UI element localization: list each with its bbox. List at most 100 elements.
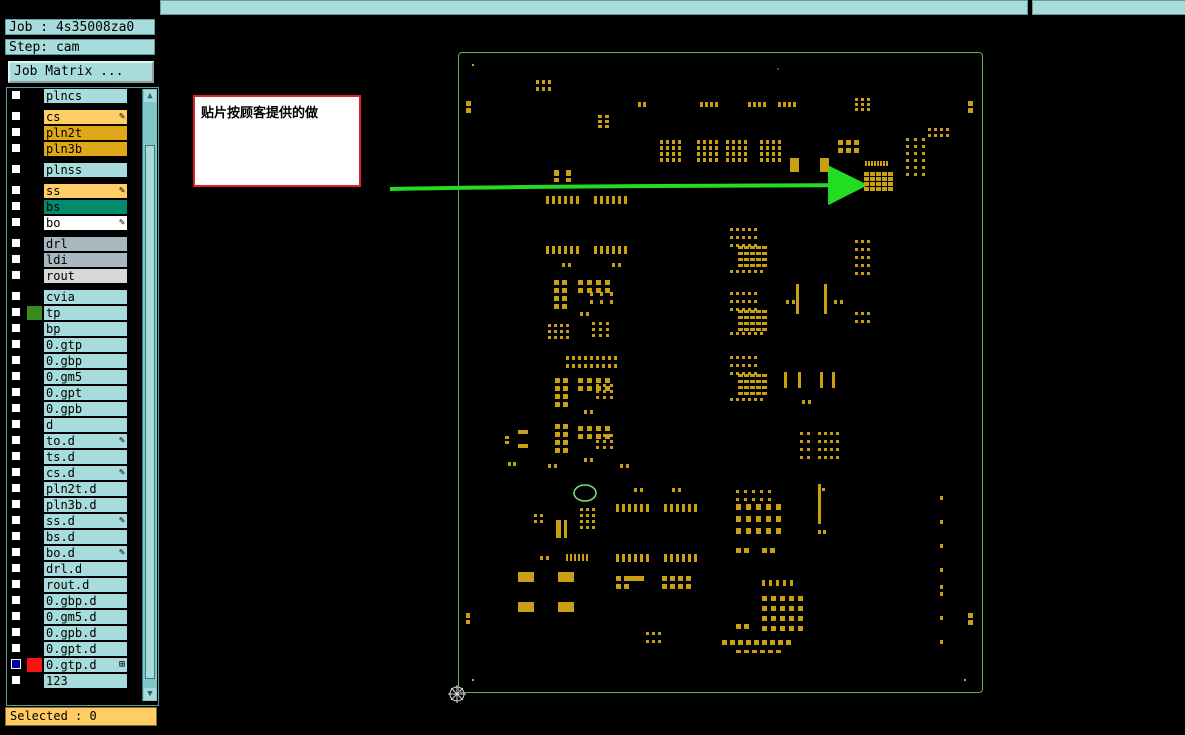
pcb-pad — [563, 440, 568, 445]
pcb-pad — [605, 280, 610, 285]
pcb-pad — [742, 300, 745, 303]
pcb-pad — [730, 292, 733, 295]
pcb-pad — [555, 448, 560, 453]
pcb-pad — [605, 378, 610, 383]
pcb-pad — [855, 98, 858, 101]
pcb-pad — [744, 322, 749, 325]
pcb-pad — [762, 596, 767, 601]
pcb-pad — [820, 372, 823, 388]
pcb-pad — [554, 170, 559, 176]
pcb-pad — [606, 246, 609, 254]
pcb-pad — [560, 330, 563, 333]
pcb-pad — [748, 300, 751, 303]
pcb-pad — [730, 270, 733, 273]
pcb-pad — [709, 152, 712, 156]
pcb-pad — [736, 516, 741, 522]
pcb-pad — [662, 584, 667, 589]
pcb-pad — [605, 125, 609, 128]
pcb-pad — [598, 125, 602, 128]
pcb-pad — [776, 528, 781, 534]
pcb-pad — [726, 158, 729, 162]
pcb-pad — [570, 246, 573, 254]
pcb-pad — [746, 516, 751, 522]
pcb-pad — [738, 374, 743, 377]
pcb-pad — [678, 576, 683, 581]
pcb-pad — [578, 434, 583, 439]
pcb-pad — [542, 80, 545, 84]
pcb-pad — [748, 228, 751, 231]
pcb-pad — [768, 650, 773, 653]
pcb-pad — [566, 364, 569, 368]
pcb-pad — [922, 166, 925, 169]
pcb-pad — [636, 576, 644, 581]
pcb-pad — [786, 640, 791, 645]
pcb-pad — [738, 328, 743, 331]
pcb-pad — [762, 264, 767, 267]
pcb-pad — [798, 596, 803, 601]
pcb-pad — [618, 196, 621, 204]
pcb-pad — [612, 246, 615, 254]
pcb-pad — [855, 264, 858, 267]
pcb-pad — [772, 158, 775, 162]
pcb-pad — [578, 356, 581, 360]
pcb-pad — [754, 236, 757, 239]
pcb-pad — [554, 178, 559, 182]
pcb-pad — [800, 456, 803, 459]
pcb-pad — [760, 158, 763, 162]
pcb-pad — [730, 236, 733, 239]
pcb-pad — [762, 580, 765, 586]
pcb-pad — [756, 246, 761, 249]
pcb-pad — [756, 392, 761, 395]
pcb-pad — [876, 177, 881, 181]
pcb-pad — [628, 554, 631, 562]
pcb-pad — [552, 246, 555, 254]
pcb-pad — [738, 310, 743, 313]
pcb-pad — [586, 554, 588, 561]
pcb-pad — [562, 296, 567, 301]
pcb-pad — [592, 322, 595, 325]
pcb-pad — [762, 252, 767, 255]
pcb-pad — [802, 400, 805, 404]
pcb-pad — [624, 584, 629, 589]
pcb-pad — [940, 640, 943, 644]
pcb-pad — [914, 145, 917, 148]
pcb-pad — [548, 336, 551, 339]
pcb-pad — [762, 626, 767, 631]
pcb-pad — [746, 504, 751, 510]
pcb-pad — [836, 440, 839, 443]
pcb-pad — [876, 187, 881, 191]
pcb-pad — [762, 246, 767, 249]
pcb-pad — [914, 159, 917, 162]
pcb-pad — [770, 640, 775, 645]
pcb-pad — [789, 626, 794, 631]
pcb-pad — [602, 356, 605, 360]
pcb-pad — [548, 330, 551, 333]
pcb-pad — [772, 152, 775, 156]
pcb-pad — [750, 252, 755, 255]
pcb-pad — [610, 300, 613, 304]
pcb-pad — [736, 270, 739, 273]
pcb-pad — [730, 300, 733, 303]
pcb-pad — [736, 624, 741, 629]
pcb-pad — [744, 246, 749, 249]
pcb-pad — [838, 140, 843, 145]
pcb-pad — [578, 288, 583, 293]
pcb-pad — [750, 322, 755, 325]
pcb-pad — [855, 312, 858, 315]
pcb-pad — [662, 576, 667, 581]
pcb-pad — [756, 516, 761, 522]
pcb-pad — [606, 196, 609, 204]
pcb-pad — [558, 196, 561, 204]
pcb-pad — [807, 456, 810, 459]
pcb-pad — [564, 520, 567, 538]
pcb-pad — [766, 158, 769, 162]
pcb-pad — [568, 263, 571, 267]
pcb-pad — [672, 488, 675, 492]
pcb-pad — [612, 196, 615, 204]
pcb-pad — [750, 258, 755, 261]
pcb-pad — [768, 490, 771, 493]
pcb-pad — [800, 440, 803, 443]
pcb-pad — [736, 292, 739, 295]
pcb-pad — [882, 177, 887, 181]
pcb-pad — [598, 120, 602, 123]
